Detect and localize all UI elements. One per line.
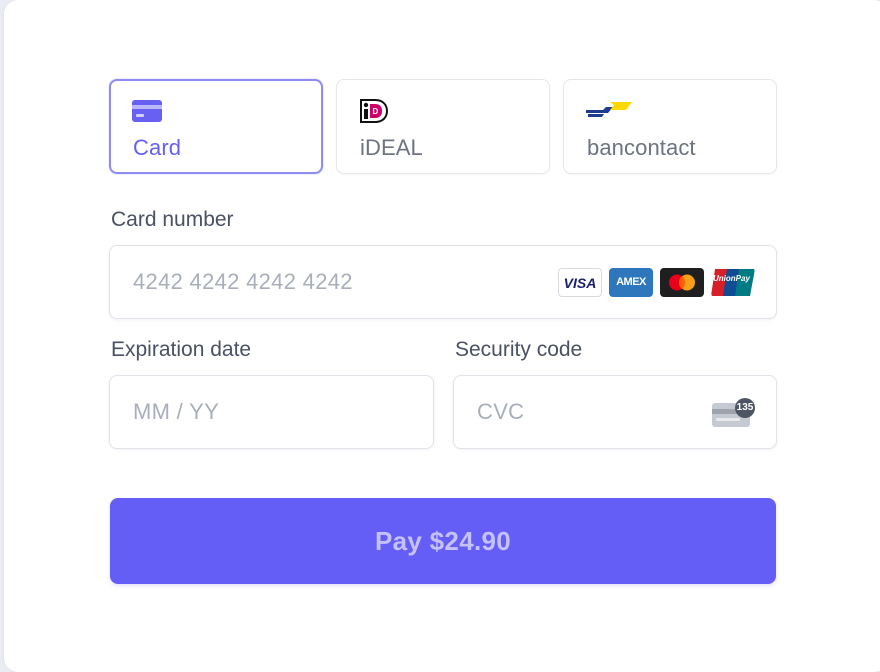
expiration-placeholder: MM / YY <box>133 399 220 424</box>
tab-ideal-label: iDEAL <box>360 135 423 160</box>
cvc-card-icon: 135 <box>711 398 757 430</box>
tab-card-label: Card <box>133 135 182 160</box>
ideal-logo-icon: D <box>359 98 389 124</box>
svg-text:D: D <box>373 107 379 116</box>
tab-card[interactable]: Card <box>109 79 323 174</box>
mastercard-logo-icon <box>660 268 704 297</box>
card-brand-list: VISA AMEX UnionPay <box>558 268 755 297</box>
tab-ideal[interactable]: D iDEAL <box>336 79 550 174</box>
security-code-input[interactable]: CVC 135 <box>453 375 777 449</box>
card-number-input[interactable]: 4242 4242 4242 4242 VISA AMEX UnionPay <box>109 245 777 319</box>
card-number-placeholder: 4242 4242 4242 4242 <box>133 269 353 294</box>
credit-card-icon <box>132 98 162 124</box>
expiration-input[interactable]: MM / YY <box>109 375 434 449</box>
bancontact-logo-icon <box>586 98 634 124</box>
pay-button[interactable]: Pay $24.90 <box>110 498 776 584</box>
cvc-badge-text: 135 <box>736 402 754 413</box>
security-code-label: Security code <box>455 338 583 361</box>
tab-bancontact-label: bancontact <box>587 135 696 160</box>
payment-method-tabs: Card D iDEAL bancontact <box>109 79 777 175</box>
visa-logo-icon: VISA <box>558 268 602 297</box>
amex-logo-icon: AMEX <box>609 268 653 297</box>
security-code-placeholder: CVC <box>477 399 525 424</box>
unionpay-logo-icon: UnionPay <box>711 268 755 297</box>
expiration-label: Expiration date <box>111 338 252 361</box>
tab-bancontact[interactable]: bancontact <box>563 79 777 174</box>
card-number-label: Card number <box>111 208 234 231</box>
